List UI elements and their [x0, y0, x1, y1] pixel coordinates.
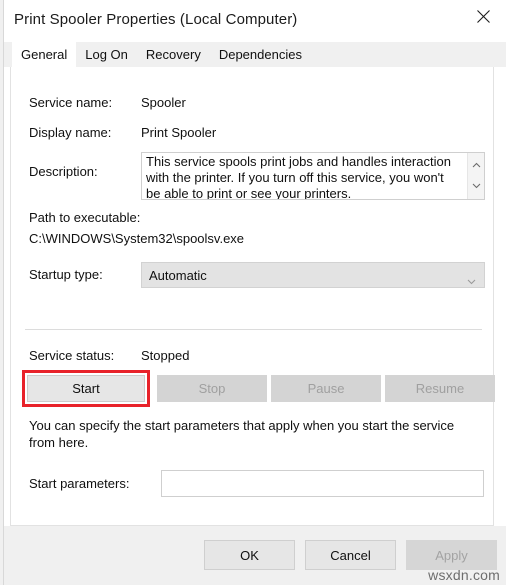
service-properties-dialog: Print Spooler Properties (Local Computer…	[0, 0, 506, 585]
scroll-down-icon[interactable]	[468, 177, 484, 194]
watermark: wsxdn.com	[428, 567, 500, 583]
service-status-value: Stopped	[141, 348, 190, 363]
description-label: Description:	[29, 164, 98, 179]
service-name-label: Service name:	[29, 95, 113, 110]
tabstrip: General Log On Recovery Dependencies	[4, 42, 506, 67]
tab-recovery[interactable]: Recovery	[136, 42, 210, 67]
description-scrollbar[interactable]	[467, 153, 484, 199]
tab-list: General Log On Recovery Dependencies	[12, 42, 311, 67]
startup-type-dropdown[interactable]: Automatic	[141, 262, 485, 288]
cancel-button[interactable]: Cancel	[305, 540, 396, 570]
close-icon	[476, 9, 490, 23]
description-textarea[interactable]: This service spools print jobs and handl…	[141, 152, 485, 200]
tab-log-on[interactable]: Log On	[76, 42, 137, 67]
resume-button: Resume	[385, 375, 495, 402]
service-name-value: Spooler	[141, 95, 186, 110]
titlebar: Print Spooler Properties (Local Computer…	[4, 0, 506, 42]
chevron-down-icon	[467, 272, 476, 290]
description-text: This service spools print jobs and handl…	[146, 154, 451, 200]
display-name-value: Print Spooler	[141, 125, 217, 140]
start-parameters-hint: You can specify the start parameters tha…	[29, 418, 455, 450]
tab-dependencies[interactable]: Dependencies	[209, 42, 311, 67]
general-tab-panel: Service name: Spooler Display name: Prin…	[10, 67, 495, 526]
window-title: Print Spooler Properties (Local Computer…	[14, 11, 298, 28]
window-left-edge	[0, 0, 4, 585]
start-parameters-input[interactable]	[161, 470, 484, 497]
display-name-label: Display name:	[29, 125, 112, 140]
service-status-label: Service status:	[29, 348, 115, 363]
start-button[interactable]: Start	[27, 375, 145, 402]
startup-type-label: Startup type:	[29, 267, 103, 282]
startup-type-value: Automatic	[149, 268, 207, 283]
path-to-executable-label: Path to executable:	[29, 210, 141, 225]
pause-button: Pause	[271, 375, 381, 402]
path-to-executable-value: C:\WINDOWS\System32\spoolsv.exe	[29, 231, 245, 246]
start-parameters-label: Start parameters:	[29, 476, 130, 491]
close-button[interactable]	[460, 0, 506, 32]
stop-button: Stop	[157, 375, 267, 402]
apply-button: Apply	[406, 540, 497, 570]
tab-general[interactable]: General	[12, 42, 77, 67]
section-divider	[25, 329, 482, 330]
scroll-up-icon[interactable]	[468, 156, 484, 173]
dialog-footer: OK Cancel Apply wsxdn.com	[4, 526, 506, 585]
ok-button[interactable]: OK	[204, 540, 295, 570]
